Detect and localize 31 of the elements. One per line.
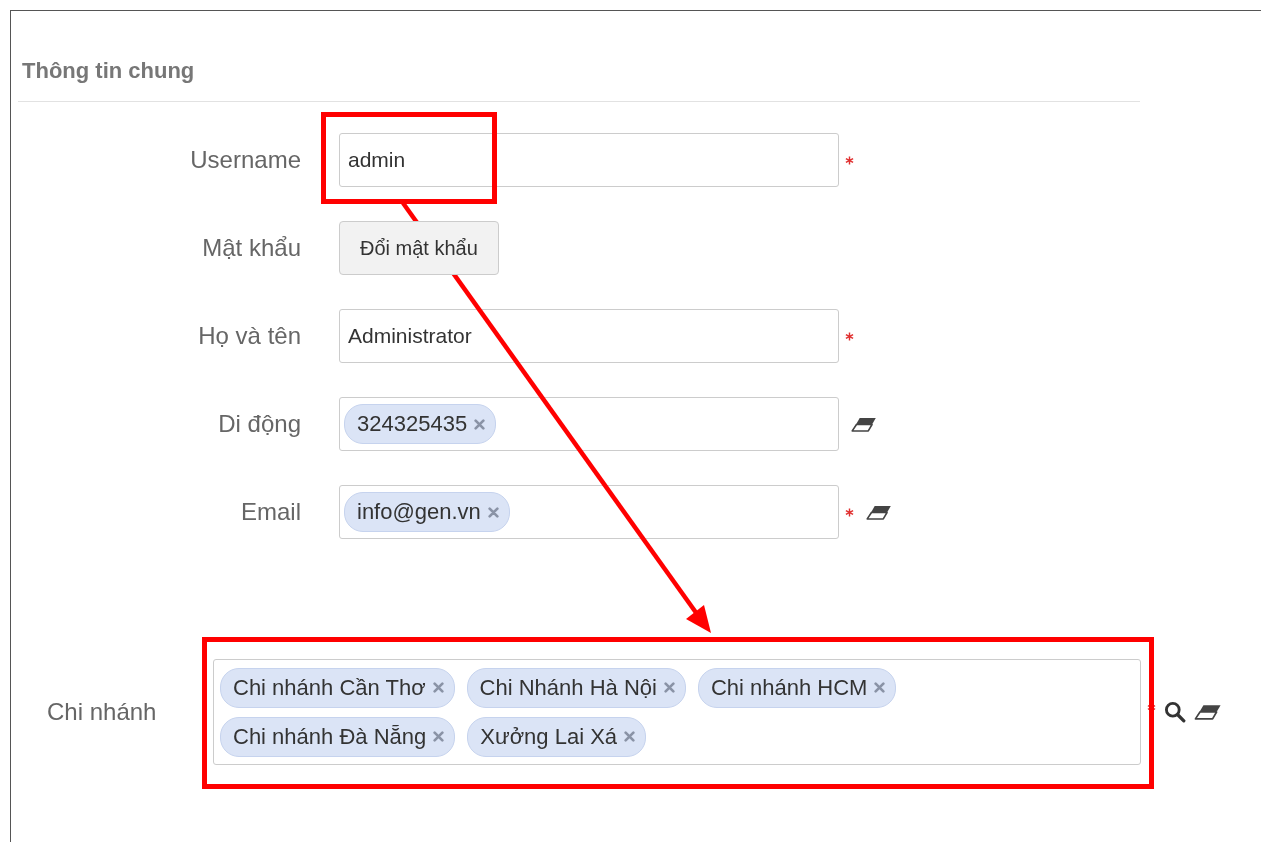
- remove-icon[interactable]: [874, 682, 886, 693]
- field-label: Chi nhánh: [47, 698, 158, 726]
- eraser-icon[interactable]: [1194, 704, 1222, 720]
- remove-icon[interactable]: [432, 682, 444, 693]
- remove-icon[interactable]: [663, 682, 675, 693]
- tag-label: Chi Nhánh Hà Nội: [479, 674, 657, 701]
- remove-icon[interactable]: [487, 506, 499, 518]
- field-label: Username: [189, 146, 301, 174]
- tag-input-field[interactable]: info@gen.vn: [339, 485, 839, 539]
- tag-label: Chi nhánh Cần Thơ: [233, 674, 426, 701]
- section-title: Thông tin chung: [22, 58, 195, 83]
- field-label: Mật khẩu: [201, 234, 301, 262]
- remove-icon[interactable]: [433, 731, 445, 742]
- tag-input-field[interactable]: Chi nhánh Cần Thơ Chi Nhánh Hà Nội Chi nhánh HCM Chi nhánh Đà Nẵng Xưởng Lai Xá: [213, 659, 1141, 765]
- eraser-icon[interactable]: [851, 416, 877, 432]
- tag-label: Xưởng Lai Xá: [480, 723, 618, 750]
- tag-label: Chi nhánh HCM: [710, 674, 868, 701]
- eraser-icon[interactable]: [866, 504, 892, 520]
- field-label: Di động: [217, 410, 301, 438]
- tag-label: 324325435: [357, 411, 468, 437]
- field-label: Họ và tên: [197, 322, 301, 350]
- input-field[interactable]: Administrator: [339, 309, 839, 363]
- search-icon[interactable]: [1164, 701, 1186, 723]
- tag-input-field[interactable]: 324325435: [339, 397, 839, 451]
- field-label: Email: [240, 498, 301, 526]
- tag-label: Chi nhánh Đà Nẵng: [233, 723, 427, 750]
- remove-icon[interactable]: [624, 731, 636, 742]
- input-field[interactable]: admin: [339, 133, 839, 187]
- remove-icon[interactable]: [474, 418, 486, 430]
- change-password-button[interactable]: Đổi mật khẩu: [339, 221, 499, 275]
- tag-label: info@gen.vn: [357, 499, 481, 525]
